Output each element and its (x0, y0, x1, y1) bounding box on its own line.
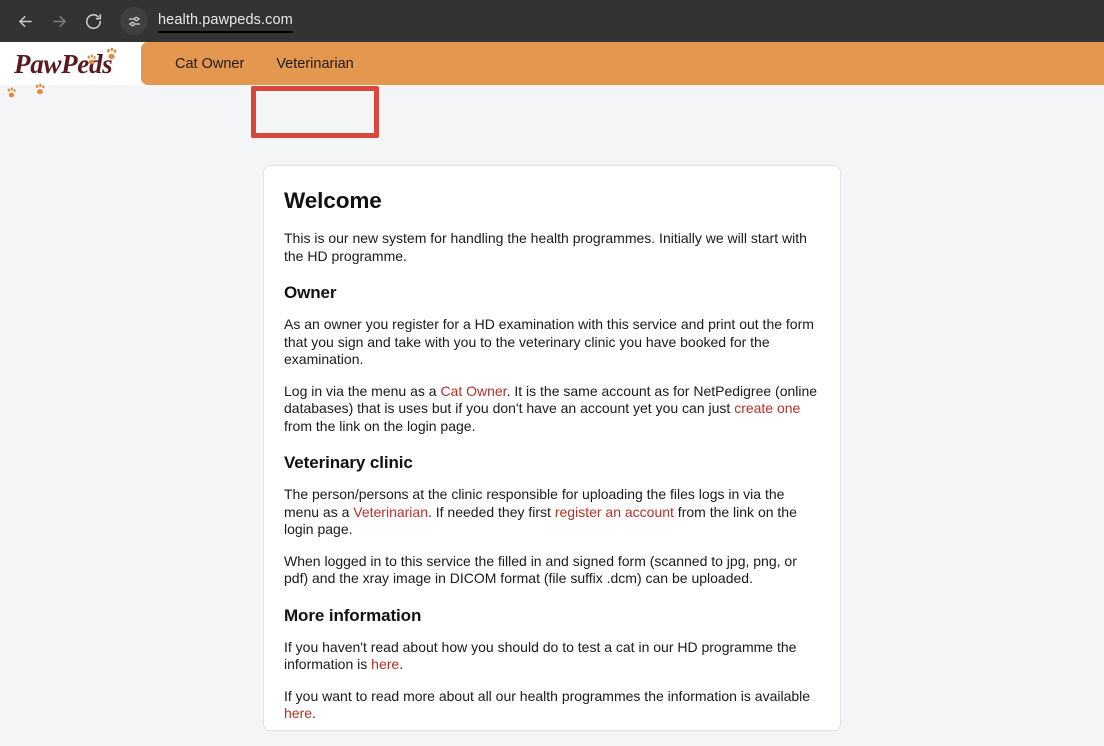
site-settings-button[interactable] (120, 7, 148, 35)
url-focus-underline (158, 30, 293, 33)
content-sections: Owner As an owner you register for a HD e… (284, 283, 820, 723)
intro-paragraph: This is our new system for handling the … (284, 230, 807, 264)
arrow-left-icon (18, 15, 32, 27)
inline-link[interactable]: Cat Owner (440, 383, 506, 399)
logo-text: PawPeds (14, 49, 113, 79)
site-header: PawPeds Cat Owner Veterinarian (0, 42, 1104, 138)
reload-button[interactable] (78, 6, 108, 36)
section-heading: Veterinary clinic (284, 453, 413, 472)
inline-link[interactable]: Veterinarian (353, 504, 428, 520)
section-paragraph: Log in via the menu as a Cat Owner. It i… (284, 382, 818, 434)
url-field[interactable]: health.pawpeds.com (158, 11, 293, 33)
inline-link[interactable]: register an account (555, 504, 674, 520)
main-navigation: Cat Owner Veterinarian (141, 42, 1104, 85)
forward-button[interactable] (44, 6, 74, 36)
nav-tab-veterinarian[interactable]: Veterinarian (260, 42, 369, 85)
section-paragraph: The person/persons at the clinic respons… (284, 486, 797, 537)
address-bar[interactable]: health.pawpeds.com (120, 5, 1094, 37)
inline-link[interactable]: create one (734, 400, 800, 416)
section-heading: Owner (284, 283, 337, 302)
nav-tab-cat-owner[interactable]: Cat Owner (159, 42, 260, 85)
page-title: Welcome (284, 188, 382, 213)
section-paragraph: If you haven't read about how you should… (284, 638, 797, 673)
section-paragraph: As an owner you register for a HD examin… (284, 316, 814, 367)
tune-sliders-icon (128, 16, 140, 26)
section-paragraph: When logged in to this service the fille… (284, 552, 797, 587)
welcome-card: Welcome This is our new system for handl… (263, 165, 841, 731)
section-heading: More information (284, 605, 422, 625)
inline-link[interactable]: here (371, 656, 399, 672)
section-paragraph: If you want to read more about all our h… (284, 687, 811, 722)
back-button[interactable] (10, 6, 40, 36)
reload-icon (85, 13, 101, 29)
browser-toolbar: health.pawpeds.com (0, 0, 1104, 42)
page-content-area: Welcome This is our new system for handl… (0, 85, 1104, 746)
arrow-right-icon (52, 15, 66, 27)
url-text: health.pawpeds.com (158, 11, 293, 28)
logo[interactable]: PawPeds (0, 42, 141, 98)
inline-link[interactable]: here (284, 705, 312, 721)
